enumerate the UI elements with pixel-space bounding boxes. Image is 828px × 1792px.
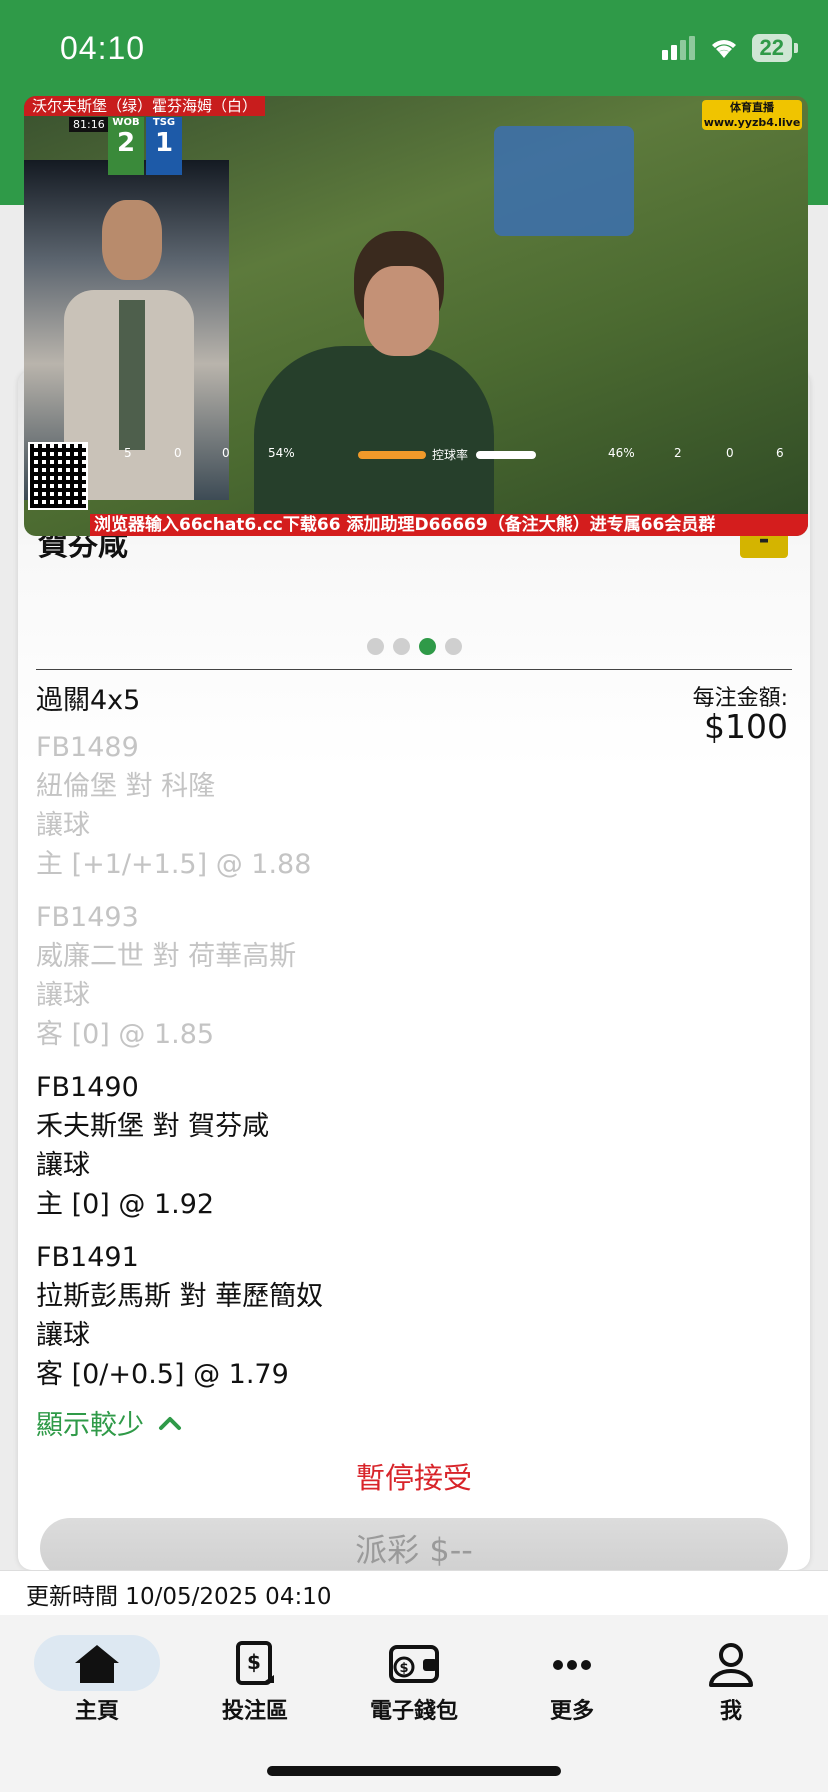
- signal-icon: [661, 36, 695, 60]
- video-scene-bottles: [494, 126, 634, 236]
- leg-match: 紐倫堡 對 科隆: [36, 771, 216, 802]
- possession-bar-home: [358, 451, 426, 459]
- wallet-icon: $: [389, 1645, 439, 1683]
- battery-indicator: 22: [751, 34, 792, 62]
- leg-match: 禾夫斯堡 對 賀芬咸: [36, 1111, 270, 1142]
- tab-label: 主頁: [74, 1699, 119, 1724]
- home-possession: 54%: [268, 446, 295, 460]
- battery-tip: [794, 43, 798, 53]
- update-time-bar: 更新時間 10/05/2025 04:10: [0, 1570, 828, 1616]
- bet-leg: FB1493 威廉二世 對 荷華高斯 讓球 客 [0] @ 1.85: [36, 898, 323, 1054]
- show-less-toggle[interactable]: 顯示較少: [36, 1403, 182, 1442]
- tab-home[interactable]: 主頁: [34, 1627, 160, 1724]
- tab-betslip[interactable]: $ 投注區: [192, 1627, 318, 1724]
- svg-text:$: $: [399, 1661, 408, 1676]
- bottom-tab-bar: 主頁 $ 投注區 $ 電子錢包 更多 我: [0, 1615, 828, 1792]
- home-score: 2: [116, 128, 136, 158]
- carousel-dot[interactable]: [444, 638, 462, 655]
- leg-code: FB1489: [36, 732, 139, 763]
- match-stats-bar: 5 0 0 54% 控球率 46% 2 0 6: [24, 442, 808, 466]
- away-abbr: TSG: [152, 117, 176, 128]
- svg-text:$: $: [247, 1650, 261, 1674]
- home-red-cards: 0: [174, 446, 182, 460]
- leg-code: FB1490: [36, 1072, 139, 1103]
- video-clock: 81:16: [69, 117, 109, 132]
- possession-label: 控球率: [432, 448, 469, 462]
- promo-ticker: 浏览器输入66chat6.cc下载66 添加助理D66669（备注大熊）进专属6…: [90, 514, 808, 536]
- video-scene-player-face: [364, 266, 439, 356]
- more-icon: [553, 1660, 591, 1670]
- bet-slip-card: 賀芬咸 - 過關4x5 每注金額: $100 FB1489 紐倫堡 對 科隆 讓…: [18, 370, 810, 1578]
- leg-market: 讓球: [36, 980, 90, 1011]
- wifi-icon: [711, 40, 736, 58]
- tab-more[interactable]: 更多: [509, 1627, 635, 1724]
- tab-label: 電子錢包: [369, 1699, 458, 1724]
- stake-value: $100: [704, 707, 788, 746]
- leg-match: 威廉二世 對 荷華高斯: [36, 941, 297, 972]
- video-scene-player: [254, 346, 494, 536]
- bet-leg: FB1490 禾夫斯堡 對 賀芬咸 讓球 主 [0] @ 1.92: [36, 1068, 323, 1224]
- carousel-dot-active[interactable]: [418, 638, 436, 655]
- status-icons: 22: [661, 34, 798, 62]
- qr-code: [28, 442, 88, 510]
- leg-market: 讓球: [36, 810, 90, 841]
- bet-type: 過關4x5: [36, 685, 141, 716]
- bet-legs-list: FB1489 紐倫堡 對 科隆 讓球 主 [+1/+1.5] @ 1.88 FB…: [36, 728, 323, 1408]
- video-away-score: TSG 1: [146, 117, 182, 175]
- logo-text: 体育直播: [730, 101, 774, 114]
- bet-leg: FB1489 紐倫堡 對 科隆 讓球 主 [+1/+1.5] @ 1.88: [36, 728, 323, 884]
- video-home-score: WOB 2: [108, 117, 144, 175]
- leg-selection: 主 [+1/+1.5] @ 1.88: [36, 849, 312, 880]
- home-yellow-cards: 0: [222, 446, 230, 460]
- carousel-dot[interactable]: [392, 638, 410, 655]
- leg-code: FB1493: [36, 902, 139, 933]
- tab-profile[interactable]: 我: [668, 1627, 794, 1724]
- profile-icon: [709, 1643, 753, 1687]
- stream-logo: 体育直播 www.yyzb4.live: [702, 100, 802, 130]
- logo-url: www.yyzb4.live: [703, 116, 801, 129]
- video-match-title: 沃尔夫斯堡（绿）霍芬海姆（白）: [24, 96, 266, 116]
- carousel-dot[interactable]: [366, 638, 384, 655]
- pip-person-face: [102, 200, 162, 280]
- tab-label: 我: [719, 1699, 742, 1724]
- status-time: 04:10: [60, 30, 146, 66]
- leg-selection: 客 [0/+0.5] @ 1.79: [36, 1359, 289, 1390]
- away-possession: 46%: [608, 446, 635, 460]
- home-indicator[interactable]: [267, 1766, 561, 1776]
- leg-market: 讓球: [36, 1150, 90, 1181]
- bet-leg: FB1491 拉斯彭馬斯 對 華歷簡奴 讓球 客 [0/+0.5] @ 1.79: [36, 1238, 323, 1394]
- payout-button[interactable]: 派彩 $--: [40, 1518, 788, 1578]
- betslip-icon: $: [236, 1641, 274, 1685]
- away-score: 1: [154, 128, 174, 158]
- home-corners: 5: [124, 446, 132, 460]
- pip-person-tie: [119, 300, 145, 450]
- possession-bar-away: [476, 451, 536, 459]
- away-red-cards: 0: [726, 446, 734, 460]
- carousel-dots: [18, 638, 810, 655]
- away-yellow-cards: 2: [674, 446, 682, 460]
- leg-code: FB1491: [36, 1242, 139, 1273]
- divider: [36, 669, 792, 670]
- leg-selection: 主 [0] @ 1.92: [36, 1189, 215, 1220]
- home-icon: [75, 1645, 119, 1683]
- away-corners: 6: [776, 446, 784, 460]
- leg-selection: 客 [0] @ 1.85: [36, 1019, 215, 1050]
- leg-market: 讓球: [36, 1320, 90, 1351]
- tab-label: 更多: [549, 1699, 594, 1724]
- chevron-up-icon: [159, 1416, 181, 1430]
- home-abbr: WOB: [112, 117, 140, 128]
- tab-wallet[interactable]: $ 電子錢包: [351, 1627, 477, 1724]
- show-less-label: 顯示較少: [36, 1410, 144, 1441]
- video-player[interactable]: 沃尔夫斯堡（绿）霍芬海姆（白） 81:16 WOB 2 TSG 1 体育直播 w…: [24, 96, 808, 536]
- tab-label: 投注區: [221, 1699, 288, 1724]
- status-paused: 暫停接受: [355, 1461, 472, 1495]
- update-time: 更新時間 10/05/2025 04:10: [26, 1584, 332, 1610]
- leg-match: 拉斯彭馬斯 對 華歷簡奴: [36, 1281, 324, 1312]
